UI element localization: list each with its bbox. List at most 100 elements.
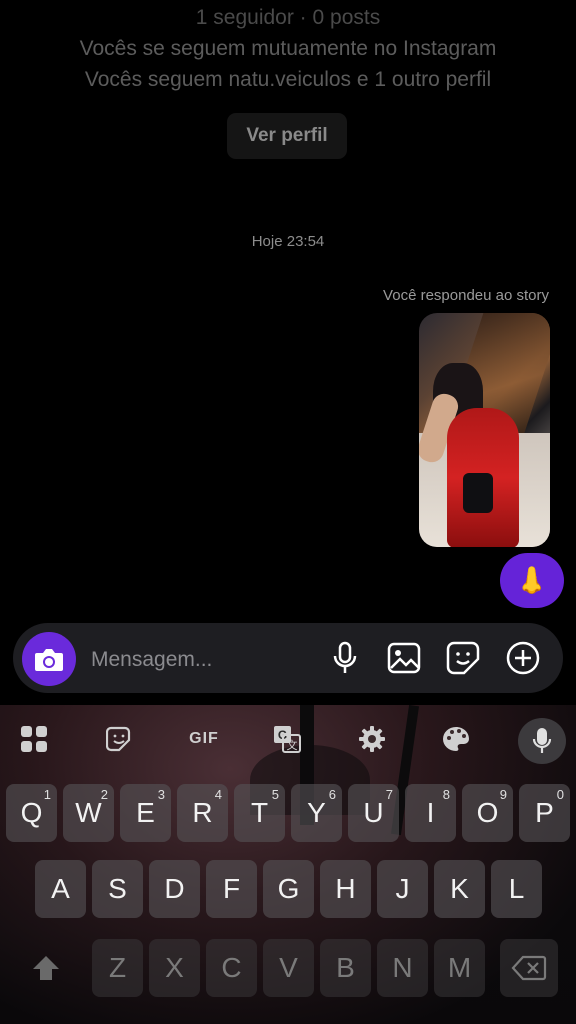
key-g[interactable]: G bbox=[263, 860, 314, 918]
gallery-button[interactable] bbox=[386, 640, 422, 676]
profile-info: 1 seguidor · 0 posts Vocês se seguem mut… bbox=[0, 0, 576, 95]
key-d[interactable]: D bbox=[149, 860, 200, 918]
mutual-follow-text: Vocês se seguem mutuamente no Instagram bbox=[79, 37, 497, 60]
add-icon bbox=[506, 641, 540, 675]
key-p[interactable]: P0 bbox=[519, 784, 570, 842]
followers-posts-text: 1 seguidor · 0 posts bbox=[195, 6, 381, 29]
key-label: B bbox=[336, 952, 355, 983]
key-u[interactable]: U7 bbox=[348, 784, 399, 842]
more-options-button[interactable] bbox=[505, 640, 541, 676]
key-label: G bbox=[277, 873, 300, 904]
key-s[interactable]: S bbox=[92, 860, 143, 918]
voice-typing-button[interactable] bbox=[518, 718, 566, 764]
keyboard-sticker-button[interactable] bbox=[99, 719, 139, 759]
palette-icon bbox=[443, 727, 469, 751]
backspace-key[interactable] bbox=[500, 939, 558, 997]
key-label: M bbox=[447, 952, 472, 983]
backspace-icon bbox=[511, 955, 547, 981]
translate-button[interactable]: G 文 bbox=[267, 719, 307, 759]
key-number-hint: 4 bbox=[214, 787, 222, 802]
key-label: X bbox=[165, 952, 184, 983]
key-t[interactable]: T5 bbox=[234, 784, 285, 842]
key-f[interactable]: F bbox=[206, 860, 257, 918]
key-label: C bbox=[221, 952, 242, 983]
gif-button[interactable]: GIF bbox=[182, 719, 226, 759]
image-icon bbox=[387, 642, 421, 674]
apps-grid-icon bbox=[21, 726, 47, 752]
microphone-icon bbox=[532, 728, 552, 753]
keyboard: GIF G 文 Q 1 W 2 E 3 R 4 T 5 Y 6 U 7 I 8 … bbox=[0, 705, 576, 1024]
key-o[interactable]: O9 bbox=[462, 784, 513, 842]
key-j[interactable]: J bbox=[377, 860, 428, 918]
key-k[interactable]: K bbox=[434, 860, 485, 918]
key-b[interactable]: B bbox=[320, 939, 371, 997]
message-input[interactable] bbox=[89, 641, 313, 679]
key-v[interactable]: V bbox=[263, 939, 314, 997]
key-label: I bbox=[426, 797, 435, 828]
key-label: F bbox=[222, 873, 241, 904]
apps-button[interactable] bbox=[14, 719, 54, 759]
key-x[interactable]: X bbox=[149, 939, 200, 997]
key-r[interactable]: R4 bbox=[177, 784, 228, 842]
view-profile-button[interactable]: Ver perfil bbox=[227, 113, 347, 159]
key-y[interactable]: Y6 bbox=[291, 784, 342, 842]
story-thumbnail[interactable] bbox=[419, 313, 550, 547]
key-label: S bbox=[108, 873, 127, 904]
key-label: Z bbox=[108, 952, 127, 983]
key-label: A bbox=[51, 873, 70, 904]
key-z[interactable]: Z bbox=[92, 939, 143, 997]
key-label: V bbox=[279, 952, 298, 983]
key-a[interactable]: A bbox=[35, 860, 86, 918]
translate-icon: G 文 bbox=[274, 726, 301, 753]
key-h[interactable]: H bbox=[320, 860, 371, 918]
key-label: E bbox=[136, 797, 155, 828]
key-label: D bbox=[164, 873, 185, 904]
key-label: K bbox=[450, 873, 469, 904]
key-e[interactable]: E3 bbox=[120, 784, 171, 842]
key-label: U bbox=[363, 797, 384, 828]
svg-text:文: 文 bbox=[287, 738, 298, 752]
message-timestamp: Hoje 23:54 bbox=[251, 233, 325, 250]
key-i[interactable]: I8 bbox=[405, 784, 456, 842]
key-number-hint: 5 bbox=[271, 787, 279, 802]
key-number-hint: 9 bbox=[499, 787, 507, 802]
key-number-hint: 8 bbox=[442, 787, 450, 802]
key-label: L bbox=[508, 873, 525, 904]
camera-button[interactable] bbox=[22, 632, 76, 686]
microphone-icon bbox=[333, 641, 357, 673]
story-reply-label: Você respondeu ao story bbox=[383, 287, 549, 304]
key-c[interactable]: C bbox=[206, 939, 257, 997]
key-label: J bbox=[395, 873, 410, 904]
shift-key[interactable] bbox=[22, 939, 70, 997]
message-composer bbox=[13, 623, 563, 693]
key-m[interactable]: M bbox=[434, 939, 485, 997]
key-label: Q bbox=[20, 797, 43, 828]
keyboard-toolbar: GIF G 文 bbox=[0, 705, 576, 771]
key-number-hint: 1 bbox=[43, 787, 51, 802]
gif-icon: GIF bbox=[189, 730, 219, 747]
key-l[interactable]: L bbox=[491, 860, 542, 918]
key-label: T bbox=[250, 797, 269, 828]
sticker-icon bbox=[106, 726, 131, 752]
key-label: R bbox=[192, 797, 213, 828]
nose-emoji: 👃 bbox=[515, 565, 549, 595]
story-photo-bag bbox=[463, 473, 493, 513]
reaction-message-bubble[interactable]: 👃 bbox=[500, 553, 564, 608]
sticker-button[interactable] bbox=[445, 640, 481, 676]
key-label: O bbox=[476, 797, 499, 828]
key-label: W bbox=[75, 797, 102, 828]
key-q[interactable]: Q1 bbox=[6, 784, 57, 842]
key-number-hint: 6 bbox=[328, 787, 336, 802]
key-number-hint: 2 bbox=[100, 787, 108, 802]
camera-icon bbox=[35, 649, 63, 671]
voice-message-button[interactable] bbox=[327, 640, 363, 676]
theme-button[interactable] bbox=[436, 719, 476, 759]
gear-icon bbox=[359, 726, 385, 752]
settings-button[interactable] bbox=[352, 719, 392, 759]
key-w[interactable]: W2 bbox=[63, 784, 114, 842]
shift-arrow-icon bbox=[33, 956, 59, 980]
key-label: Y bbox=[307, 797, 326, 828]
key-label: P bbox=[535, 797, 554, 828]
key-number-hint: 3 bbox=[157, 787, 165, 802]
key-n[interactable]: N bbox=[377, 939, 428, 997]
